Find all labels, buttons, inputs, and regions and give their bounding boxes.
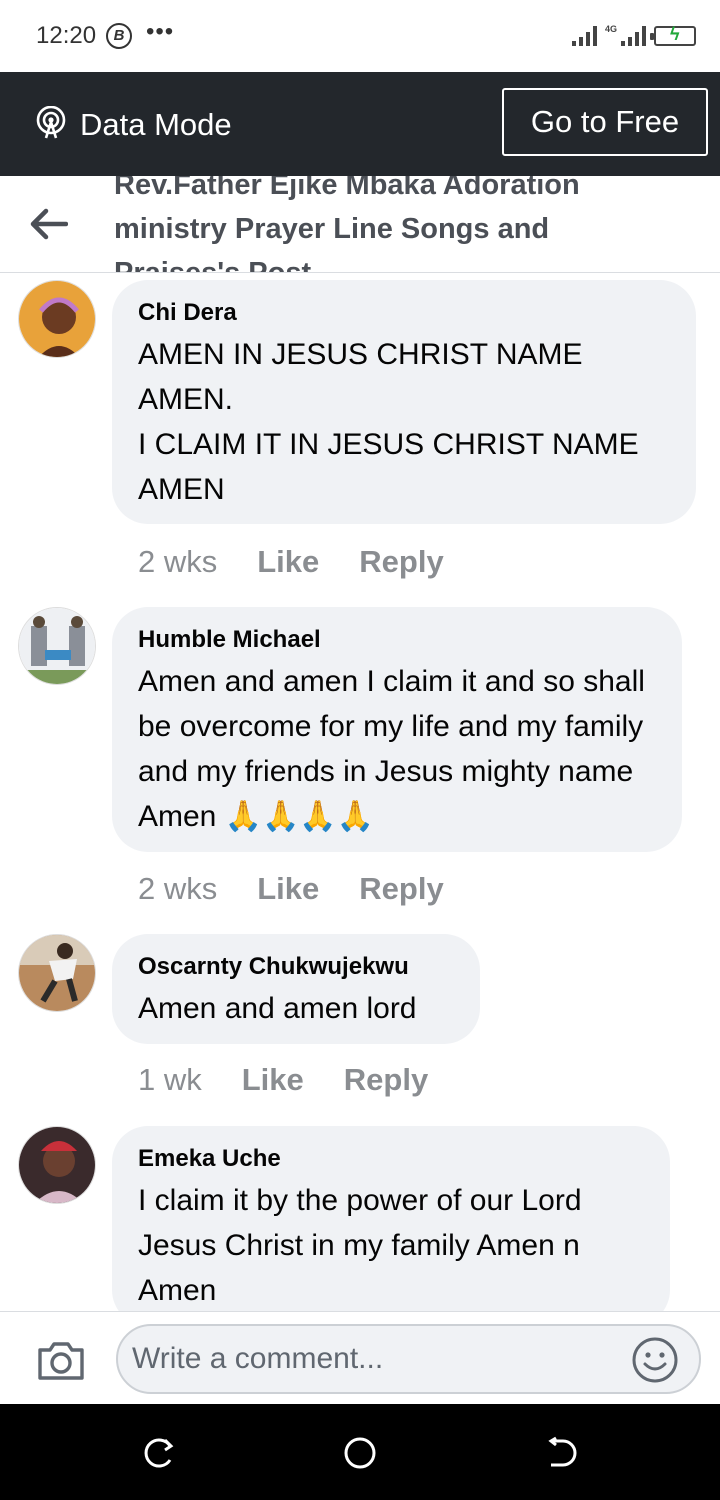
status-time: 12:20 (36, 22, 97, 49)
more-notifications-icon: ••• (146, 18, 175, 45)
comment-time[interactable]: 2 wks (138, 544, 217, 580)
go-to-free-button[interactable]: Go to Free (502, 88, 708, 156)
comment-actions: 2 wks Like Reply (138, 544, 444, 580)
comment-text: AMEN IN JESUS CHRIST NAME AMEN. I CLAIM … (138, 338, 639, 506)
comment-text: I claim it by the power of our Lord Jesu… (138, 1184, 582, 1307)
comment-composer (0, 1311, 720, 1404)
network-type: 4G (604, 24, 617, 34)
back-icon[interactable] (543, 1436, 577, 1470)
recent-apps-icon[interactable] (143, 1436, 177, 1470)
comment-author[interactable]: Chi Dera (138, 298, 670, 328)
status-bar: 12:20 B ••• 4G ϟ (0, 0, 720, 72)
comment-time[interactable]: 1 wk (138, 1062, 202, 1098)
page-title: Rev.Father Ejike Mbaka Adoration ministr… (114, 176, 580, 273)
comment-input[interactable] (132, 1336, 622, 1382)
comment-bubble: Chi Dera AMEN IN JESUS CHRIST NAME AMEN.… (112, 280, 696, 524)
comment-input-wrap (116, 1324, 701, 1394)
reply-button[interactable]: Reply (359, 871, 443, 907)
avatar-image (19, 281, 95, 357)
comment-author[interactable]: Oscarnty Chukwujekwu (138, 952, 454, 982)
reply-button[interactable]: Reply (344, 1062, 428, 1098)
comment-author[interactable]: Humble Michael (138, 625, 656, 655)
avatar[interactable] (18, 607, 96, 685)
home-icon[interactable] (343, 1436, 377, 1470)
reply-button[interactable]: Reply (359, 544, 443, 580)
emoji-icon[interactable] (631, 1336, 679, 1384)
signal-icon-2 (621, 26, 646, 46)
comment-bubble: Emeka Uche I claim it by the power of ou… (112, 1126, 670, 1326)
avatar-image (19, 608, 95, 684)
data-mode-label: Data Mode (80, 107, 232, 142)
comment-time[interactable]: 2 wks (138, 871, 217, 907)
praying-hands-emoji: 🙏🙏🙏🙏 (224, 800, 375, 833)
avatar[interactable] (18, 934, 96, 1012)
comment-text: Amen and amen lord (138, 992, 417, 1025)
comment-text: Amen and amen I claim it and so shall be… (138, 665, 645, 833)
status-indicators: 4G ϟ (571, 24, 696, 46)
avatar[interactable] (18, 1126, 96, 1204)
b-badge-icon: B (106, 23, 132, 49)
post-header: Rev.Father Ejike Mbaka Adoration ministr… (0, 176, 720, 273)
comment-actions: 2 wks Like Reply (138, 871, 444, 907)
back-arrow-icon[interactable] (28, 206, 68, 242)
comment-actions: 1 wk Like Reply (138, 1062, 428, 1098)
comment-text-wrap: Amen and amen I claim it and so shall be… (138, 659, 656, 839)
avatar[interactable] (18, 280, 96, 358)
avatar-image (19, 1127, 95, 1203)
comment-author[interactable]: Emeka Uche (138, 1144, 644, 1174)
comment-bubble: Oscarnty Chukwujekwu Amen and amen lord (112, 934, 480, 1044)
like-button[interactable]: Like (257, 544, 319, 580)
comment-bubble: Humble Michael Amen and amen I claim it … (112, 607, 682, 852)
battery-icon: ϟ (650, 24, 696, 46)
avatar-image (19, 935, 95, 1011)
like-button[interactable]: Like (242, 1062, 304, 1098)
camera-icon[interactable] (36, 1340, 86, 1382)
signal-icon (571, 26, 597, 46)
like-button[interactable]: Like (257, 871, 319, 907)
system-nav-bar (0, 1404, 720, 1500)
data-mode-icon (36, 106, 66, 139)
